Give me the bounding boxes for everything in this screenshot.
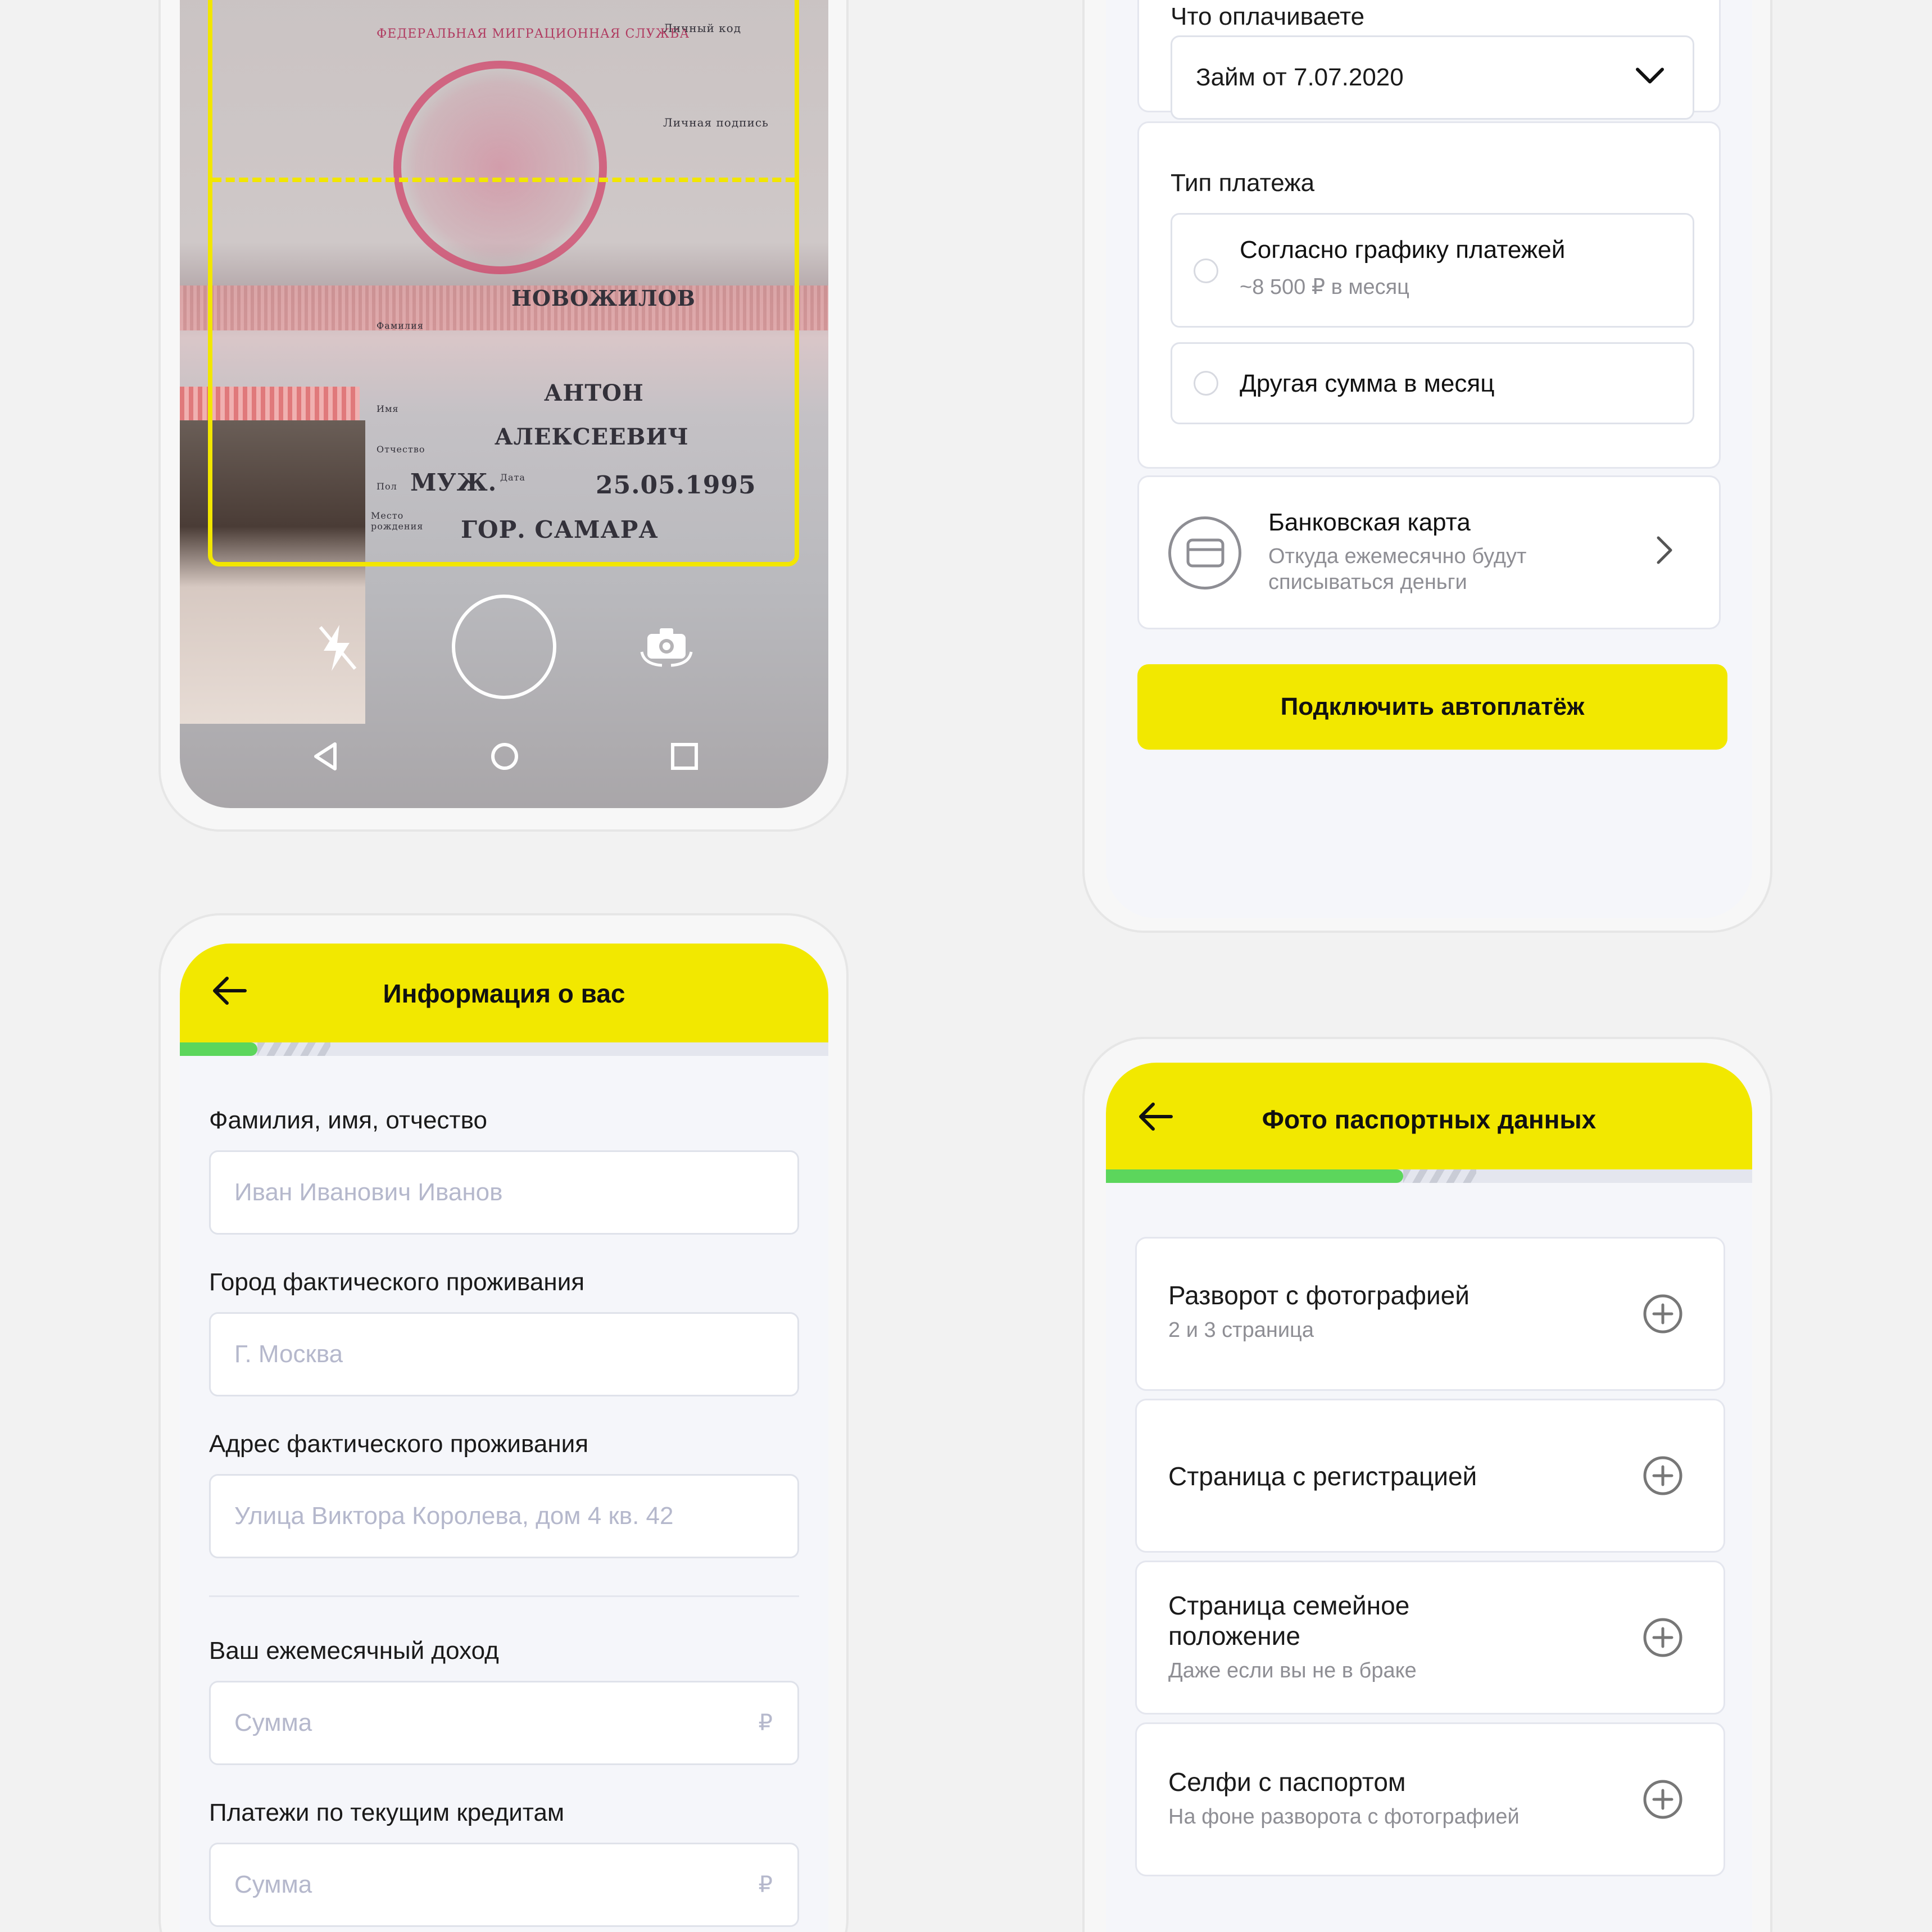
bank-card-sub-2: списываться деньги <box>1268 570 1467 594</box>
autopay-screen: Что оплачиваете Займ от 7.07.2020 Тип пл… <box>1106 0 1752 918</box>
option-other-title: Другая сумма в месяц <box>1240 370 1495 397</box>
divider <box>209 1595 799 1597</box>
recents-nav-icon[interactable] <box>669 741 700 775</box>
phone-frame-passport: Фото паспортных данных Разворот с фотогр… <box>1082 1037 1772 1932</box>
ruble-icon: ₽ <box>758 1711 773 1735</box>
page-title: Фото паспортных данных <box>1262 1105 1597 1134</box>
plus-circle-icon[interactable] <box>1643 1455 1683 1496</box>
info-header: Информация о вас <box>180 944 828 1042</box>
city-placeholder: Г. Москва <box>234 1340 343 1368</box>
payment-type-card: Тип платежа Согласно графику платежей ~8… <box>1137 121 1721 469</box>
home-nav-icon[interactable] <box>489 741 520 775</box>
page-title: Информация о вас <box>383 979 625 1008</box>
item-title: Разворот с фотографией <box>1168 1281 1470 1310</box>
address-input[interactable]: Улица Виктора Королева, дом 4 кв. 42 <box>209 1474 799 1558</box>
camera-viewfinder: ФЕДЕРАЛЬНАЯ МИГРАЦИОННАЯ СЛУЖБА Личный к… <box>180 0 828 808</box>
fio-input[interactable]: Иван Иванович Иванов <box>209 1150 799 1235</box>
passport-header: Фото паспортных данных <box>1106 1063 1752 1169</box>
bank-card-icon <box>1168 516 1241 589</box>
option-schedule-title: Согласно графику платежей <box>1240 236 1566 264</box>
progress-bar <box>1106 1169 1752 1183</box>
passport-screen: Фото паспортных данных Разворот с фотогр… <box>1106 1063 1752 1932</box>
income-input[interactable]: Сумма ₽ <box>209 1681 799 1765</box>
switch-camera-icon[interactable] <box>640 624 693 672</box>
progress-fill <box>1106 1169 1403 1183</box>
upload-item-registration[interactable]: Страница с регистрацией <box>1135 1399 1725 1553</box>
what-paying-label: Что оплачиваете <box>1171 3 1365 30</box>
bank-card-title: Банковская карта <box>1268 509 1471 536</box>
income-placeholder: Сумма <box>234 1709 312 1736</box>
back-nav-icon[interactable] <box>310 741 342 775</box>
income-label: Ваш ежемесячный доход <box>209 1637 499 1665</box>
city-label: Город фактического проживания <box>209 1268 585 1296</box>
option-schedule-sub: ~8 500 ₽ в месяц <box>1240 275 1409 299</box>
option-other[interactable]: Другая сумма в месяц <box>1171 342 1694 424</box>
progress-hatch <box>1403 1169 1476 1183</box>
connect-autopay-button[interactable]: Подключить автоплатёж <box>1137 664 1727 750</box>
option-schedule[interactable]: Согласно графику платежей ~8 500 ₽ в мес… <box>1171 213 1694 328</box>
android-nav-bar <box>180 718 828 808</box>
progress-hatch <box>257 1042 330 1056</box>
bank-card-row[interactable]: Банковская карта Откуда ежемесячно будут… <box>1137 475 1721 629</box>
phone-frame-autopay: Что оплачиваете Займ от 7.07.2020 Тип пл… <box>1082 0 1772 933</box>
bank-card-sub-1: Откуда ежемесячно будут <box>1268 545 1527 568</box>
fio-placeholder: Иван Иванович Иванов <box>234 1178 503 1206</box>
city-input[interactable]: Г. Москва <box>209 1312 799 1396</box>
scan-line <box>212 178 795 182</box>
item-sub: На фоне разворота с фотографией <box>1168 1805 1520 1829</box>
address-placeholder: Улица Виктора Королева, дом 4 кв. 42 <box>234 1502 674 1530</box>
upload-item-photo-spread[interactable]: Разворот с фотографией 2 и 3 страница <box>1135 1237 1725 1391</box>
credits-placeholder: Сумма <box>234 1871 312 1898</box>
radio-other[interactable] <box>1194 371 1218 396</box>
progress-fill <box>180 1042 257 1056</box>
loan-select-card: Что оплачиваете Займ от 7.07.2020 <box>1137 0 1721 120</box>
payment-type-label: Тип платежа <box>1171 169 1315 197</box>
flash-off-icon[interactable] <box>315 623 360 676</box>
chevron-down-icon <box>1635 67 1665 88</box>
shutter-button[interactable] <box>452 595 556 699</box>
loan-select-value: Займ от 7.07.2020 <box>1196 64 1404 91</box>
camera-controls <box>180 595 828 718</box>
upload-item-selfie[interactable]: Селфи с паспортом На фоне разворота с фо… <box>1135 1722 1725 1876</box>
loan-select[interactable]: Займ от 7.07.2020 <box>1171 35 1694 120</box>
item-title: Страница семейное <box>1168 1591 1410 1620</box>
address-label: Адрес фактического проживания <box>209 1430 589 1458</box>
credits-label: Платежи по текущим кредитам <box>209 1799 565 1826</box>
progress-bar <box>180 1042 828 1056</box>
ruble-icon: ₽ <box>758 1872 773 1897</box>
plus-circle-icon[interactable] <box>1643 1617 1683 1658</box>
plus-circle-icon[interactable] <box>1643 1779 1683 1820</box>
upload-item-marital[interactable]: Страница семейное положение Даже если вы… <box>1135 1561 1725 1715</box>
fio-label: Фамилия, имя, отчество <box>209 1106 487 1134</box>
item-title: Страница с регистрацией <box>1168 1462 1477 1491</box>
scan-frame <box>208 0 799 566</box>
item-title-2: положение <box>1168 1621 1300 1650</box>
plus-circle-icon[interactable] <box>1643 1294 1683 1334</box>
item-sub: 2 и 3 страница <box>1168 1318 1314 1342</box>
item-sub: Даже если вы не в браке <box>1168 1659 1417 1682</box>
chevron-right-icon <box>1656 536 1673 568</box>
credits-input[interactable]: Сумма ₽ <box>209 1843 799 1927</box>
phone-frame-info: Информация о вас Фамилия, имя, отчество … <box>158 913 849 1932</box>
radio-schedule[interactable] <box>1194 258 1218 283</box>
item-title: Селфи с паспортом <box>1168 1767 1406 1797</box>
info-screen: Информация о вас Фамилия, имя, отчество … <box>180 944 828 1932</box>
phone-frame-camera: ФЕДЕРАЛЬНАЯ МИГРАЦИОННАЯ СЛУЖБА Личный к… <box>158 0 849 832</box>
